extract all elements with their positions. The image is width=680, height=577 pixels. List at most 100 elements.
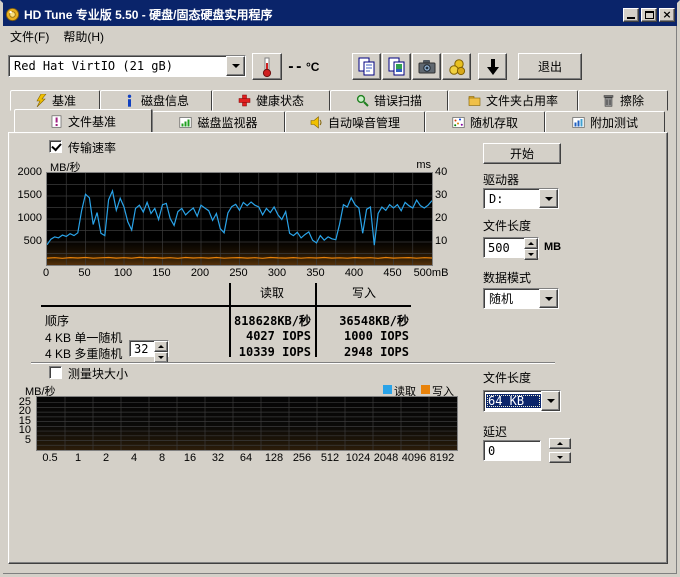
- drive-label: 驱动器: [483, 171, 519, 188]
- queue-depth-value: 32: [130, 342, 154, 356]
- block-size-checkbox[interactable]: [49, 366, 62, 379]
- y-axis-right-unit: ms: [409, 159, 431, 171]
- file-length-stepper[interactable]: 500: [483, 237, 539, 258]
- transfer-chart-y-right-tick: 30: [435, 189, 459, 201]
- menu-bar: 文件(F) 帮助(H): [3, 27, 677, 46]
- file-length-unit: MB: [544, 241, 561, 253]
- drive-selector[interactable]: Red Hat VirtIO (21 gB): [8, 55, 246, 77]
- chevron-down-icon[interactable]: [539, 189, 558, 208]
- tab-folder-usage[interactable]: 文件夹占用率: [448, 90, 578, 111]
- exit-button[interactable]: 退出: [518, 53, 582, 80]
- tab-error-scan[interactable]: 错误扫描: [330, 90, 448, 111]
- tab-label: 文件基准: [68, 113, 116, 130]
- arrow-up-glyph: [557, 439, 563, 445]
- drive-dropdown-value: D:: [484, 192, 539, 206]
- transfer-chart-x-tick: 450: [373, 267, 413, 279]
- maximize-button[interactable]: [641, 8, 657, 22]
- tab-erase[interactable]: 擦除: [578, 90, 668, 111]
- title-bar[interactable]: HD Tune 专业版 5.50 - 硬盘/固态硬盘实用程序 ×: [3, 3, 677, 26]
- info-icon: [123, 94, 136, 107]
- legend-write-swatch: [421, 385, 430, 394]
- tab-label: 错误扫描: [374, 92, 422, 109]
- transfer-chart-x-tick: 300: [257, 267, 297, 279]
- block-size-label: 测量块大小: [68, 365, 128, 382]
- transfer-rate-label: 传输速率: [68, 139, 116, 156]
- temperature-value: --: [287, 60, 303, 75]
- minimize-button[interactable]: [623, 8, 639, 22]
- green-bars-icon: [179, 116, 192, 129]
- magnifier-icon: [356, 94, 369, 107]
- drive-selector-value: Red Hat VirtIO (21 gB): [9, 59, 226, 73]
- tab-benchmark[interactable]: 基准: [10, 90, 100, 111]
- row-4k-single-read: 4027 IOPS: [231, 329, 311, 343]
- check-icon: [51, 141, 61, 152]
- save-results-button[interactable]: [478, 53, 507, 80]
- transfer-chart-y-left-tick: 1000: [9, 212, 42, 224]
- gold-button[interactable]: [442, 53, 471, 80]
- tab-auto-acoustic[interactable]: 自动噪音管理: [285, 111, 425, 133]
- transfer-chart-x-tick: 100: [103, 267, 143, 279]
- tab-disk-monitor[interactable]: 磁盘监视器: [152, 111, 285, 133]
- camera-icon: [417, 57, 437, 77]
- data-mode-dropdown[interactable]: 随机: [483, 288, 559, 309]
- menu-help[interactable]: 帮助(H): [56, 26, 111, 47]
- delay-input[interactable]: 0: [483, 440, 541, 461]
- gold-icon: [447, 57, 467, 77]
- transfer-chart-y-left-tick: 1500: [9, 189, 42, 201]
- tab-health[interactable]: 健康状态: [212, 90, 330, 111]
- tab-row-2: 文件基准 磁盘监视器 自动噪音管理 随机存取 附加测试: [14, 111, 665, 133]
- close-button[interactable]: ×: [659, 8, 675, 22]
- dots-icon: [452, 116, 465, 129]
- spin-down-icon[interactable]: [524, 249, 538, 260]
- speaker-icon: [310, 116, 323, 129]
- app-icon: [5, 7, 20, 22]
- section-divider: [31, 362, 555, 363]
- chevron-down-icon[interactable]: [539, 289, 558, 308]
- row-4k-single-write: 1000 IOPS: [321, 329, 409, 343]
- file-length-value: 500: [484, 241, 524, 255]
- tab-label: 磁盘监视器: [197, 114, 257, 131]
- spin-up-icon[interactable]: [154, 341, 168, 352]
- menu-file[interactable]: 文件(F): [3, 26, 56, 47]
- tab-file-benchmark[interactable]: 文件基准: [14, 109, 152, 133]
- drive-dropdown[interactable]: D:: [483, 188, 559, 209]
- copy-text-icon: [357, 57, 377, 77]
- transfer-chart-x-tick: 150: [142, 267, 182, 279]
- queue-depth-stepper[interactable]: 32: [129, 340, 169, 357]
- screenshot-button[interactable]: [412, 53, 441, 80]
- tab-row-1: 基准 磁盘信息 健康状态 错误扫描 文件夹占用率 擦除: [10, 90, 668, 111]
- arrow-down-glyph: [547, 399, 555, 407]
- delay-up-button[interactable]: [549, 438, 571, 449]
- transfer-chart-x-tick: 0: [26, 267, 66, 279]
- copy-text-button[interactable]: [352, 53, 381, 80]
- spin-up-icon[interactable]: [524, 238, 538, 249]
- chevron-down-icon[interactable]: [541, 391, 560, 411]
- tab-disk-info[interactable]: 磁盘信息: [100, 90, 212, 111]
- transfer-chart-x-tick: 400: [334, 267, 374, 279]
- transfer-chart-y-left-tick: 500: [9, 235, 42, 247]
- read-column-header: 读取: [231, 284, 313, 301]
- tab-extra-tests[interactable]: 附加测试: [545, 111, 665, 133]
- temperature-button[interactable]: [252, 53, 282, 80]
- delay-down-button[interactable]: [549, 452, 571, 463]
- transfer-chart-x-tick: 250: [219, 267, 259, 279]
- chevron-down-icon[interactable]: [226, 56, 245, 76]
- transfer-rate-plot: [47, 173, 432, 265]
- folder-icon: [468, 94, 481, 107]
- block-chart-x-tick: 8192: [426, 452, 458, 464]
- tab-random-access[interactable]: 随机存取: [425, 111, 545, 133]
- delay-value: 0: [484, 444, 540, 458]
- block-file-length-dropdown[interactable]: 64 KB: [483, 390, 561, 412]
- copy-image-button[interactable]: [382, 53, 411, 80]
- hd-tune-window: HD Tune 专业版 5.50 - 硬盘/固态硬盘实用程序 × 文件(F) 帮…: [0, 0, 680, 577]
- start-button[interactable]: 开始: [483, 143, 561, 164]
- temperature-unit: °C: [306, 60, 319, 74]
- trash-icon: [602, 94, 615, 107]
- tab-label: 附加测试: [590, 114, 638, 131]
- transfer-chart-y-right-tick: 10: [435, 235, 459, 247]
- transfer-chart-x-tick: 200: [180, 267, 220, 279]
- transfer-chart-y-right-tick: 40: [435, 166, 459, 178]
- block-chart-y-tick: 25: [9, 396, 31, 408]
- transfer-chart-y-right-tick: 20: [435, 212, 459, 224]
- transfer-rate-checkbox[interactable]: [49, 140, 62, 153]
